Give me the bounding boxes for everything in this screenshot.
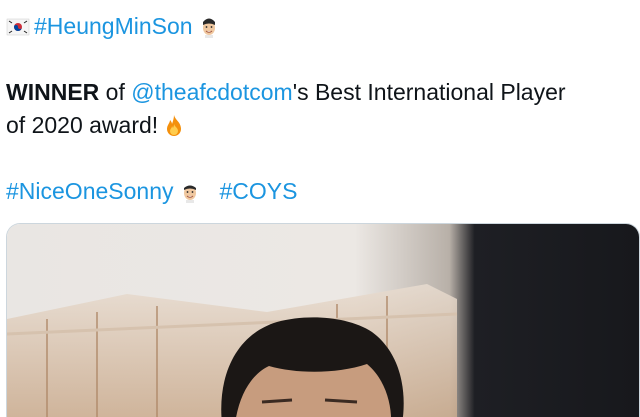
tweet-text: #HeungMinSon WINNER of @theafcdotcom's B… xyxy=(6,10,632,208)
south-korea-flag-icon xyxy=(6,15,30,39)
winner-text: WINNER xyxy=(6,79,100,105)
tweet-line-4: #NiceOneSonny #COYS xyxy=(6,175,632,208)
of-text: of xyxy=(105,79,125,105)
video-frame xyxy=(7,224,639,417)
mention-theafcdotcom[interactable]: @theafcdotcom xyxy=(131,76,292,109)
award-text: 's Best International Player xyxy=(292,79,566,105)
award-year-text: of 2020 award! xyxy=(6,112,159,138)
tweet-line-3: of 2020 award! xyxy=(6,109,632,142)
hashtag-heungminson[interactable]: #HeungMinSon xyxy=(34,10,193,43)
hashtag-niceonesonny[interactable]: #NiceOneSonny xyxy=(6,175,174,208)
tweet-media-video[interactable] xyxy=(6,223,640,417)
son-face-emoji-icon xyxy=(178,180,202,204)
hashtag-coys[interactable]: #COYS xyxy=(220,175,298,208)
tweet-line-1: #HeungMinSon xyxy=(6,10,632,43)
tweet-line-2: WINNER of @theafcdotcom's Best Internati… xyxy=(6,76,632,109)
son-face-emoji-icon xyxy=(197,15,221,39)
fire-icon xyxy=(162,114,186,138)
